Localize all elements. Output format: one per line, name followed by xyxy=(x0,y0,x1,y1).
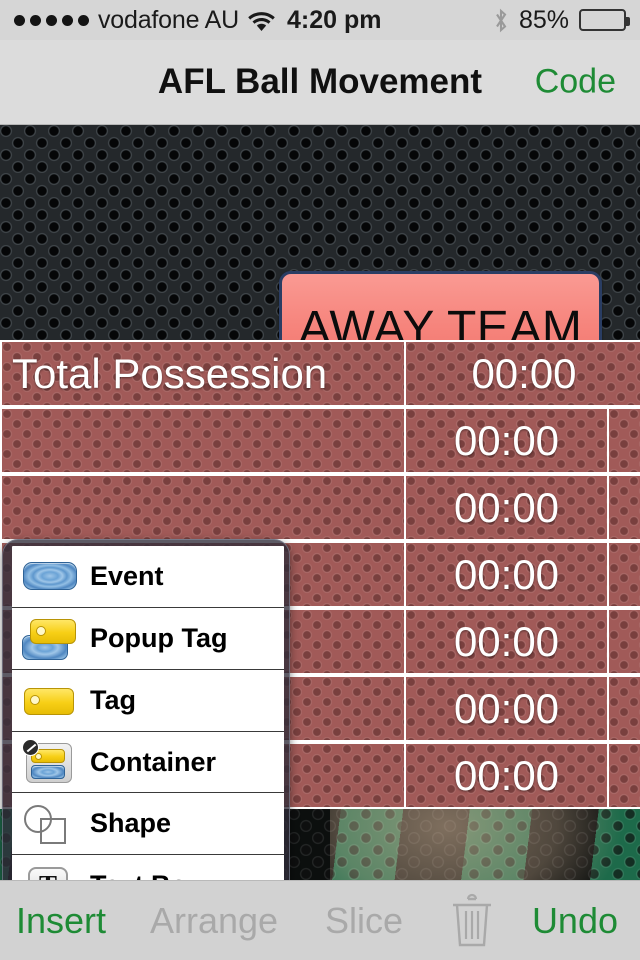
row-time-cell[interactable]: 00:00 xyxy=(404,742,609,809)
row-extra-cell[interactable] xyxy=(607,474,640,541)
battery-percent-label: 85% xyxy=(518,5,569,34)
menu-item-label: Tag xyxy=(90,684,136,715)
text-box-icon: T xyxy=(22,865,78,880)
menu-item-label: Shape xyxy=(90,808,172,839)
menu-item-label: Popup Tag xyxy=(90,622,228,653)
row-extra-cell[interactable] xyxy=(607,608,640,675)
phone-screen: vodafone AU 4:20 pm 85% AFL Ball Movemen… xyxy=(0,0,640,960)
insert-button[interactable]: Insert xyxy=(16,900,106,942)
status-bar: vodafone AU 4:20 pm 85% xyxy=(0,0,640,40)
bluetooth-icon xyxy=(493,8,509,33)
undo-button[interactable]: Undo xyxy=(532,900,618,942)
row-label-cell[interactable] xyxy=(0,474,406,541)
row-label-cell[interactable] xyxy=(0,407,406,474)
clock-label: 4:20 pm xyxy=(286,5,382,34)
bottom-toolbar: Insert Arrange Slice Undo xyxy=(0,880,640,960)
wifi-icon xyxy=(248,10,275,31)
row-extra-cell[interactable] xyxy=(607,675,640,742)
menu-item-shape[interactable]: Shape xyxy=(12,793,284,856)
row-time-cell[interactable]: 00:00 xyxy=(404,474,609,541)
battery-icon xyxy=(579,9,630,31)
table-row[interactable]: 00:00 xyxy=(0,474,640,541)
container-icon xyxy=(22,739,78,783)
design-canvas[interactable]: AWAY TEAM BALL MOVEMENT Time or Total Po… xyxy=(0,125,640,880)
row-time-cell[interactable]: 00:00 xyxy=(404,340,640,407)
menu-item-event[interactable]: Event xyxy=(12,546,284,608)
row-time-cell[interactable]: 00:00 xyxy=(404,541,609,608)
carrier-label: vodafone AU xyxy=(98,5,239,34)
row-time-cell[interactable]: 00:00 xyxy=(404,407,609,474)
insert-popup-menu[interactable]: Event Popup Tag Tag Container Shape xyxy=(2,539,290,880)
menu-item-label: Container xyxy=(90,746,217,777)
menu-item-container[interactable]: Container xyxy=(12,732,284,794)
row-label-cell[interactable]: Total Possession xyxy=(0,340,406,407)
row-time-cell[interactable]: 00:00 xyxy=(404,608,609,675)
shape-icon xyxy=(22,803,78,845)
menu-item-label: Text Box xyxy=(90,870,202,880)
tag-icon xyxy=(22,679,78,721)
event-icon xyxy=(22,555,78,597)
insert-menu-list: Event Popup Tag Tag Container Shape xyxy=(12,546,284,880)
text-box-glyph: T xyxy=(28,866,68,880)
row-extra-cell[interactable] xyxy=(607,541,640,608)
row-extra-cell[interactable] xyxy=(607,407,640,474)
arrange-button[interactable]: Arrange xyxy=(150,900,278,942)
navigation-bar: AFL Ball Movement Code xyxy=(0,40,640,125)
no-entry-badge-icon xyxy=(22,739,39,756)
menu-item-text-box[interactable]: T Text Box xyxy=(12,855,284,880)
menu-item-label: Event xyxy=(90,560,164,591)
table-row[interactable]: 00:00 xyxy=(0,407,640,474)
page-title: AFL Ball Movement xyxy=(157,62,483,101)
trash-icon[interactable] xyxy=(449,893,495,949)
menu-item-popup-tag[interactable]: Popup Tag xyxy=(12,608,284,670)
status-bar-right: 85% xyxy=(493,5,630,35)
menu-item-tag[interactable]: Tag xyxy=(12,670,284,732)
status-bar-left: vodafone AU 4:20 pm xyxy=(14,6,381,35)
signal-strength-dots xyxy=(14,14,89,26)
popup-tag-icon xyxy=(22,617,78,661)
code-button[interactable]: Code xyxy=(535,63,616,102)
table-row[interactable]: Total Possession 00:00 xyxy=(0,340,640,407)
row-extra-cell[interactable] xyxy=(607,742,640,809)
row-time-cell[interactable]: 00:00 xyxy=(404,675,609,742)
slice-button[interactable]: Slice xyxy=(325,900,403,942)
